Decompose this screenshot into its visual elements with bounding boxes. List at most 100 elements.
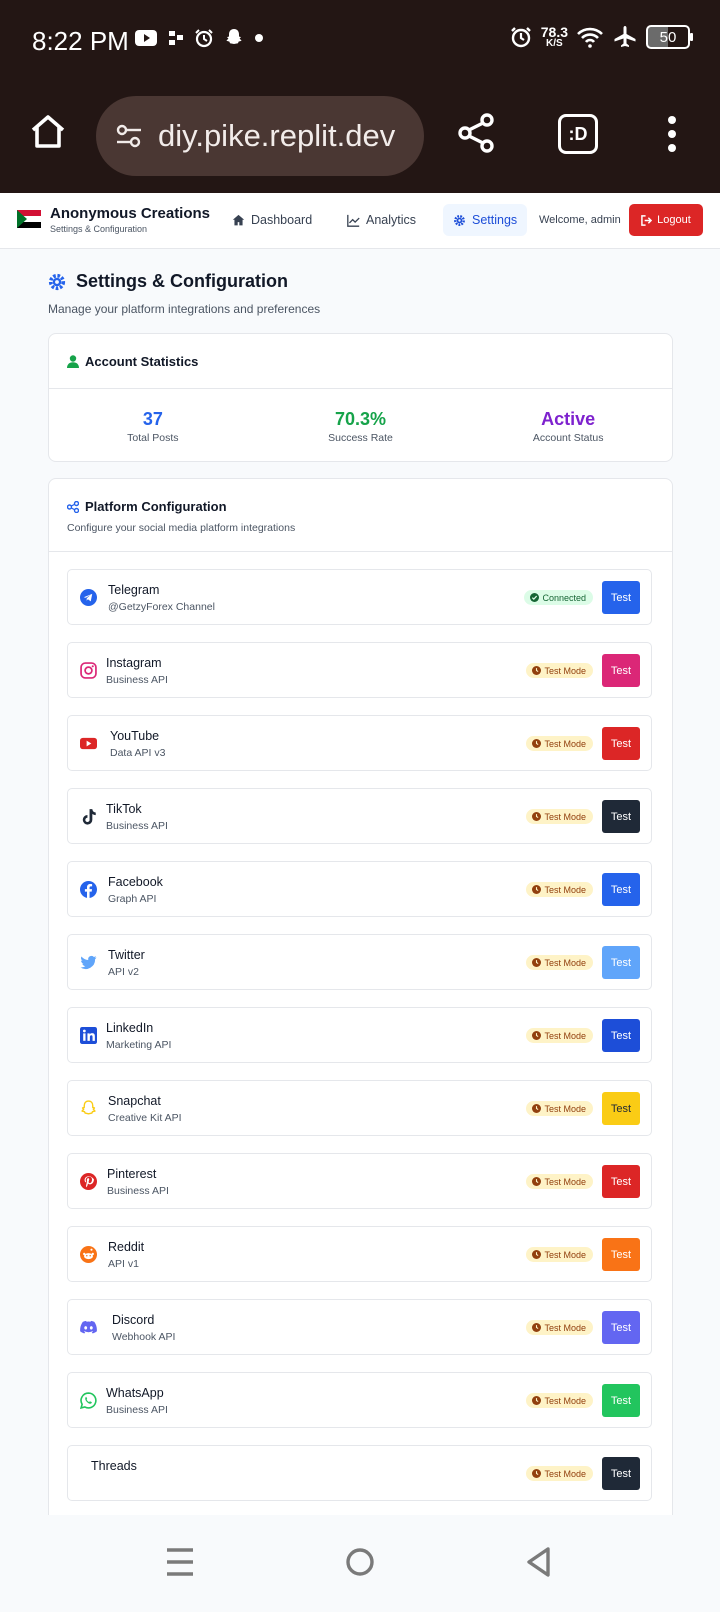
home-circle-icon[interactable]	[345, 1547, 375, 1577]
telegram-icon	[80, 589, 97, 606]
test-tiktok-button[interactable]: Test	[602, 800, 640, 833]
status-badge-text: Test Mode	[544, 1395, 586, 1406]
platform-configuration-title: Platform Configuration	[67, 499, 654, 514]
platform-description: Data API v3	[110, 747, 166, 759]
platform-row-twitter: Twitter API v2 Test Mode Test	[67, 934, 652, 990]
page-subtitle: Manage your platform integrations and pr…	[48, 302, 321, 316]
clock-icon	[532, 1323, 542, 1332]
tab-switcher-label: :D	[568, 123, 588, 144]
platform-description: @GetzyForex Channel	[108, 601, 215, 613]
nav-analytics[interactable]: Analytics	[337, 204, 426, 236]
platform-description: API v2	[108, 966, 139, 978]
check-circle-icon	[530, 593, 540, 602]
status-badge: Test Mode	[526, 736, 593, 751]
test-twitter-button[interactable]: Test	[602, 946, 640, 979]
stat-value: 70.3%	[334, 409, 387, 429]
nav-settings[interactable]: Settings	[443, 204, 528, 236]
platform-name: Facebook	[108, 875, 163, 889]
discord-icon	[80, 1320, 97, 1334]
logout-button[interactable]: Logout	[629, 204, 703, 236]
test-linkedin-button[interactable]: Test	[602, 1019, 640, 1052]
wifi-icon	[577, 27, 603, 48]
more-menu-icon[interactable]	[664, 114, 680, 154]
home-icon[interactable]	[28, 112, 68, 152]
test-telegram-button[interactable]: Test	[602, 581, 640, 614]
app-header: Anonymous Creations Settings & Configura…	[0, 193, 720, 249]
brand-subtitle: Settings & Configuration	[50, 224, 148, 234]
test-pinterest-button[interactable]: Test	[602, 1165, 640, 1198]
stat-value: 37	[142, 409, 163, 429]
tiktok-icon	[82, 809, 96, 825]
platform-name: LinkedIn	[106, 1021, 154, 1035]
test-snapchat-button[interactable]: Test	[602, 1092, 640, 1125]
whatsapp-icon	[80, 1392, 97, 1409]
alarm-notification-icon	[195, 29, 213, 48]
platform-description: Creative Kit API	[108, 1112, 182, 1124]
platform-name: YouTube	[110, 729, 160, 743]
platform-row-youtube: YouTube Data API v3 Test Mode Test	[67, 715, 652, 771]
speed-unit: K/S	[546, 38, 563, 49]
clock-icon	[532, 958, 542, 967]
facebook-icon	[80, 881, 97, 898]
clock-icon	[532, 1250, 542, 1259]
test-threads-button[interactable]: Test	[602, 1457, 640, 1490]
test-youtube-button[interactable]: Test	[602, 727, 640, 760]
status-badge: Test Mode	[526, 1101, 593, 1116]
speed-value: 78.3	[540, 24, 568, 40]
page-title: Settings & Configuration	[48, 271, 288, 292]
platform-row-snapchat: Snapchat Creative Kit API Test Mode Test	[67, 1080, 652, 1136]
platform-name: Telegram	[108, 583, 160, 597]
status-badge: Test Mode	[526, 1320, 593, 1335]
url-text[interactable]: diy.pike.replit.dev	[158, 118, 408, 154]
main-content: Settings & Configuration Manage your pla…	[0, 249, 720, 1515]
platform-description: Marketing API	[106, 1039, 172, 1051]
sign-out-icon	[641, 214, 653, 226]
test-whatsapp-button[interactable]: Test	[602, 1384, 640, 1417]
platform-name: Snapchat	[108, 1094, 161, 1108]
stat-label: Success Rate	[328, 432, 393, 444]
platform-row-instagram: Instagram Business API Test Mode Test	[67, 642, 652, 698]
platform-row-pinterest: Pinterest Business API Test Mode Test	[67, 1153, 652, 1209]
address-bar[interactable]: diy.pike.replit.dev	[96, 96, 424, 176]
tab-switcher-button[interactable]: :D	[558, 114, 598, 154]
platform-configuration-title-text: Platform Configuration	[85, 499, 227, 514]
pinterest-icon	[80, 1173, 97, 1190]
status-badge: Connected	[524, 590, 593, 605]
status-badge-text: Test Mode	[544, 1176, 586, 1187]
status-badge-text: Test Mode	[544, 1249, 586, 1260]
platform-row-tiktok: TikTok Business API Test Mode Test	[67, 788, 652, 844]
clock-icon	[532, 666, 542, 675]
platform-name: Reddit	[108, 1240, 145, 1254]
back-icon[interactable]	[526, 1547, 552, 1577]
site-settings-icon[interactable]	[114, 121, 144, 151]
platform-name: WhatsApp	[106, 1386, 164, 1400]
app-notification-icon	[169, 31, 183, 45]
home-icon	[232, 214, 245, 225]
test-discord-button[interactable]: Test	[602, 1311, 640, 1344]
test-instagram-button[interactable]: Test	[602, 654, 640, 687]
status-time: 8:22 PM	[32, 26, 129, 56]
status-badge-text: Test Mode	[544, 957, 586, 968]
stat-account-status: Active Account Status	[464, 389, 672, 461]
platform-configuration-subtitle: Configure your social media platform int…	[67, 522, 296, 534]
test-reddit-button[interactable]: Test	[602, 1238, 640, 1271]
stats-row: 37 Total Posts 70.3% Success Rate Active…	[49, 389, 672, 461]
share-icon[interactable]	[456, 112, 496, 154]
status-badge: Test Mode	[526, 663, 593, 678]
stat-value: Active	[541, 409, 596, 429]
nav-dashboard[interactable]: Dashboard	[222, 204, 322, 236]
platform-row-linkedin: LinkedIn Marketing API Test Mode Test	[67, 1007, 652, 1063]
recent-apps-icon[interactable]	[166, 1547, 194, 1577]
test-facebook-button[interactable]: Test	[602, 873, 640, 906]
platform-description: Business API	[106, 674, 168, 686]
status-badge-text: Test Mode	[544, 1030, 586, 1041]
battery-indicator: 50	[646, 25, 693, 49]
clock-icon	[532, 812, 542, 821]
youtube-notification-icon	[135, 30, 157, 46]
status-badge: Test Mode	[526, 1028, 593, 1043]
clock-icon	[532, 1469, 542, 1478]
snapchat-notification-icon	[226, 29, 242, 44]
clock-icon	[532, 1177, 542, 1186]
flag-logo-icon	[17, 210, 41, 228]
brand: Anonymous Creations Settings & Configura…	[50, 205, 210, 234]
